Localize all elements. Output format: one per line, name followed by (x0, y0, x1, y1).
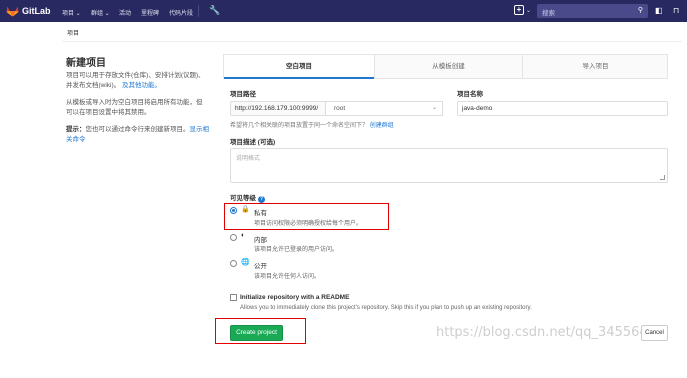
tab-from-template[interactable]: 从模板创建 (375, 55, 522, 79)
watermark: https://blog.csdn.net/qq_34556414 (436, 325, 665, 340)
highlight-box (224, 203, 389, 230)
search-placeholder: 搜索 (542, 10, 555, 17)
breadcrumb[interactable]: 项目 (67, 28, 79, 37)
nav-snippets[interactable]: 代码片段 (169, 8, 193, 17)
description-placeholder: 说明格式 (236, 156, 261, 162)
visibility-label: 可见等级? (230, 192, 265, 203)
visibility-internal-desc: 该项目允许已登录的用户访问。 (254, 247, 339, 253)
project-tabs: 空白项目 从模板创建 导入项目 (223, 54, 668, 79)
cancel-button[interactable]: Cancel (641, 325, 668, 341)
brand-name[interactable]: GitLab (22, 6, 51, 16)
tip-label: 提示： (66, 126, 86, 133)
visibility-internal-title: 内部 (254, 237, 267, 244)
description-textarea[interactable]: 说明格式 (230, 148, 668, 183)
todos-icon[interactable]: ⊓ (673, 6, 679, 15)
globe-icon: 🌐 (241, 259, 250, 266)
intro-template-text: 从模板或导入时为空白项目将启用所有功能，但可以在项目设置中将其禁用。 (66, 99, 203, 116)
tab-import-project[interactable]: 导入项目 (523, 55, 668, 79)
project-name-input[interactable]: java-demo (457, 101, 668, 116)
create-group-link[interactable]: 创建群组 (370, 123, 394, 129)
nav-groups[interactable]: 群组 ⌄ (91, 8, 110, 17)
search-input[interactable]: 搜索 ⚲ (537, 4, 648, 18)
page-title: 新建项目 (66, 58, 106, 69)
intro-more-link[interactable]: 及其他功能。 (122, 82, 161, 89)
visibility-label-text: 可见等级 (230, 195, 256, 202)
tip-body: 您也可以通过命令行来创建新项目。 (85, 126, 190, 133)
top-navbar: GitLab 项目 ⌄ 群组 ⌄ 活动 里程碑 代码片段 🔧 + ⌄ 搜索 ⚲ … (0, 0, 687, 22)
namespace-select[interactable]: root ⌄ (326, 101, 443, 116)
readme-checkbox[interactable] (230, 294, 237, 301)
merge-requests-icon[interactable]: ◧ (655, 6, 663, 15)
help-icon[interactable]: ? (258, 196, 265, 203)
admin-wrench-icon[interactable]: 🔧 (209, 5, 220, 16)
visibility-public-desc: 该项目允许任何人访问。 (254, 274, 321, 280)
tip-text: 提示：您也可以通过命令行来创建新项目。显示相关命令 (66, 125, 211, 145)
description-label: 项目描述 (可选) (230, 139, 276, 146)
namespace-help: 希望将几个相关联的项目放置于同一个命名空间下？ 创建群组 (230, 120, 394, 129)
visibility-public-title: 公开 (254, 263, 267, 270)
nav-milestones[interactable]: 里程碑 (141, 8, 159, 17)
create-project-button[interactable]: Create project (230, 325, 283, 341)
nav-activity[interactable]: 活动 (119, 8, 131, 17)
resize-handle-icon[interactable] (660, 175, 665, 180)
visibility-public-radio[interactable] (230, 260, 237, 267)
search-icon: ⚲ (637, 7, 643, 14)
chevron-down-icon[interactable]: ⌄ (526, 7, 531, 14)
new-plus-icon[interactable]: + (514, 5, 524, 15)
chevron-down-icon: ⌄ (431, 105, 437, 111)
namespace-help-text: 希望将几个相关联的项目放置于同一个命名空间下？ (230, 123, 369, 129)
url-prefix: http://192.168.179.100:9999/ (230, 101, 326, 116)
nav-divider (198, 5, 199, 17)
shield-icon: ◐ (241, 232, 246, 239)
readme-title: Initialize repository with a README (240, 294, 350, 301)
project-name-label: 项目名称 (457, 91, 483, 98)
project-path-label: 项目路径 (230, 91, 256, 98)
visibility-internal-radio[interactable] (230, 234, 237, 241)
readme-desc: Allows you to immediately clone this pro… (240, 305, 532, 311)
gitlab-logo-icon[interactable] (6, 5, 19, 17)
intro-text: 项目可以用于存放文件(仓库)、安排计划(议题)、并发布文档(wiki)。 及其他… (66, 71, 206, 91)
nav-projects[interactable]: 项目 ⌄ (62, 8, 81, 17)
namespace-value: root (334, 105, 346, 112)
breadcrumb-divider (62, 41, 682, 42)
tab-blank-project[interactable]: 空白项目 (224, 55, 374, 79)
